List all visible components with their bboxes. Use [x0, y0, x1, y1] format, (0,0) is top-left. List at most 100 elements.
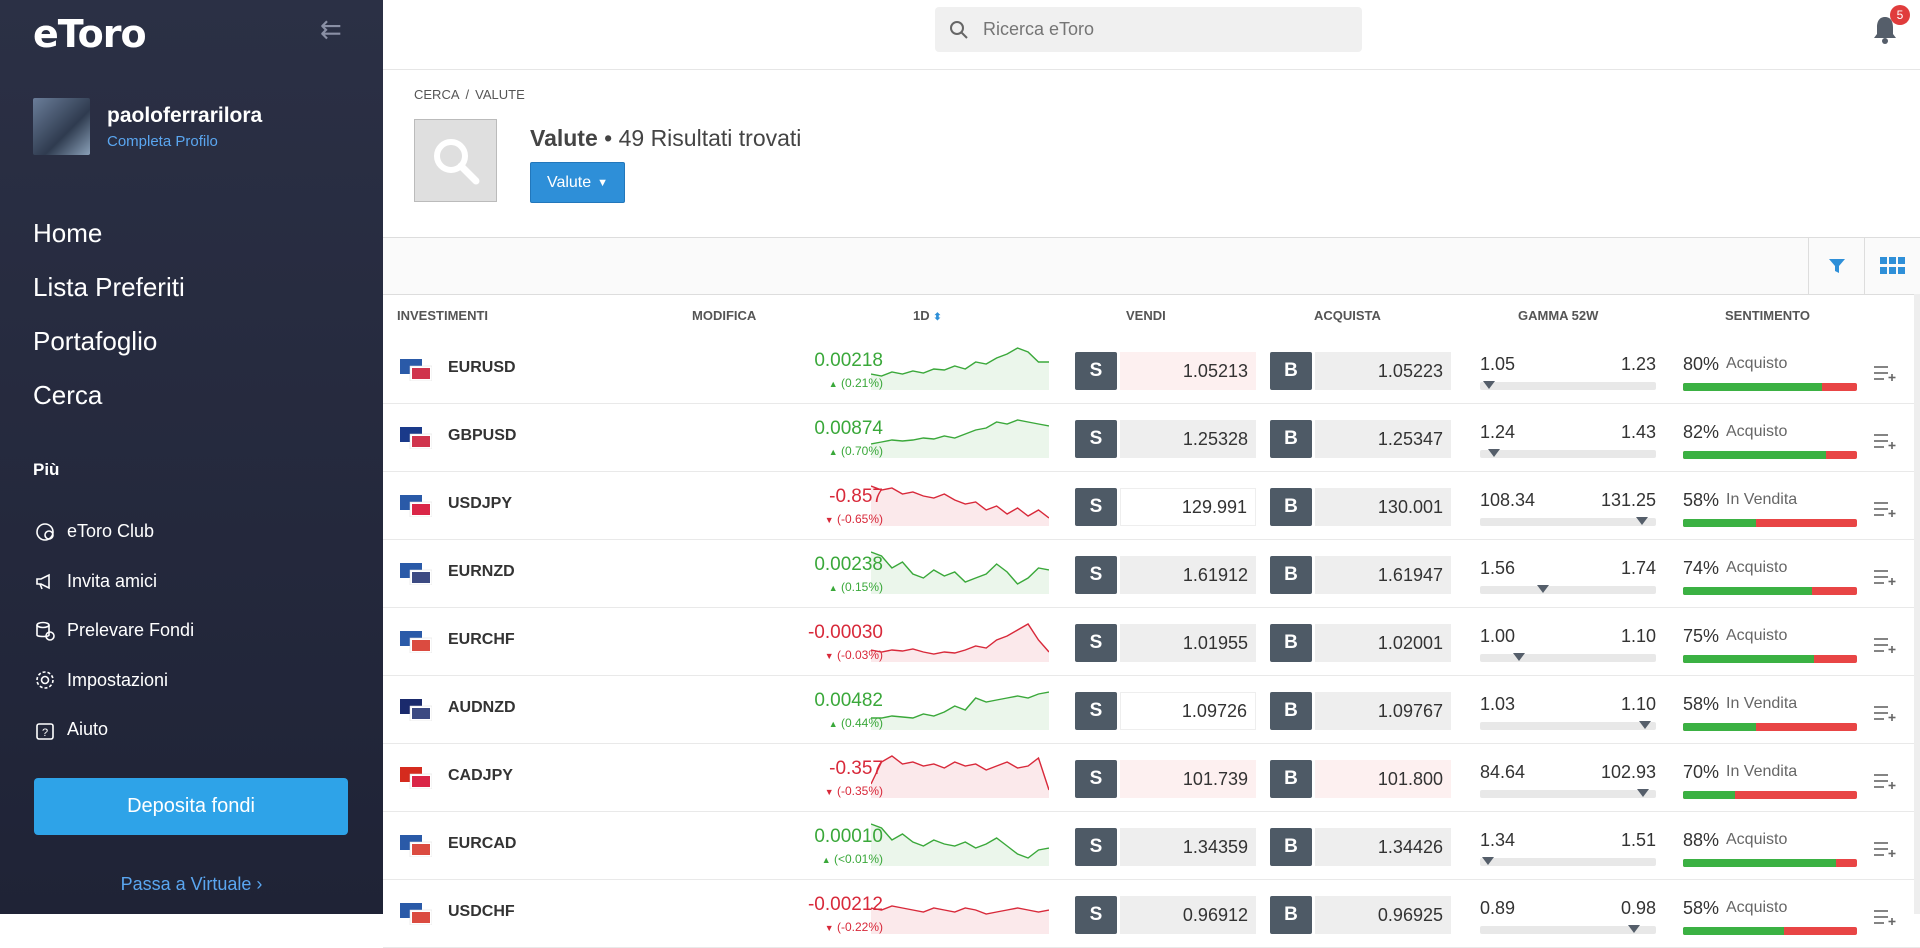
buy-button[interactable]: B — [1270, 692, 1312, 730]
sell-button[interactable]: S — [1075, 692, 1117, 730]
col-modifica[interactable]: MODIFICA — [692, 308, 756, 323]
instrument-symbol[interactable]: EURCHF — [448, 631, 515, 649]
buy-price[interactable]: 130.001 — [1315, 488, 1451, 526]
sell-button[interactable]: S — [1075, 420, 1117, 458]
search-box[interactable] — [935, 7, 1362, 52]
instrument-symbol[interactable]: USDJPY — [448, 495, 512, 513]
sell-button[interactable]: S — [1075, 488, 1117, 526]
table-row[interactable]: CADJPY -0.357 ▼ (-0.35%) S 101.739 B 101.800 84… — [383, 744, 1920, 812]
grid-view-button[interactable] — [1864, 238, 1920, 294]
buy-price[interactable]: 1.61947 — [1315, 556, 1451, 594]
add-to-watchlist-icon[interactable] — [1873, 364, 1897, 382]
add-to-watchlist-icon[interactable] — [1873, 908, 1897, 926]
col-1d[interactable]: 1D ⬍ — [913, 308, 942, 323]
buy-button[interactable]: B — [1270, 624, 1312, 662]
sell-price[interactable]: 1.01955 — [1120, 624, 1256, 662]
nav-item-home[interactable]: Home — [33, 212, 185, 266]
category-dropdown[interactable]: Valute ▼ — [530, 162, 625, 203]
nav-item-aiuto[interactable]: ? Aiuto — [33, 705, 194, 755]
sell-button[interactable]: S — [1075, 624, 1117, 662]
buy-price[interactable]: 1.34426 — [1315, 828, 1451, 866]
buy-button[interactable]: B — [1270, 896, 1312, 934]
nav-item-impostazioni[interactable]: Impostazioni — [33, 656, 194, 706]
col-investimenti[interactable]: INVESTIMENTI — [397, 308, 488, 323]
sell-price[interactable]: 1.61912 — [1120, 556, 1256, 594]
sell-price[interactable]: 1.34359 — [1120, 828, 1256, 866]
table-row[interactable]: USDJPY -0.857 ▼ (-0.65%) S 129.991 B 130.001 10… — [383, 472, 1920, 540]
instrument-symbol[interactable]: EURNZD — [448, 563, 515, 581]
sell-button[interactable]: S — [1075, 896, 1117, 934]
buy-price[interactable]: 101.800 — [1315, 760, 1451, 798]
sell-price[interactable]: 101.739 — [1120, 760, 1256, 798]
buy-price[interactable]: 1.09767 — [1315, 692, 1451, 730]
sell-price[interactable]: 1.05213 — [1120, 352, 1256, 390]
add-to-watchlist-icon[interactable] — [1873, 432, 1897, 450]
sentiment-bar-fill — [1683, 451, 1826, 459]
buy-button[interactable]: B — [1270, 556, 1312, 594]
collapse-sidebar-icon[interactable]: ⇇ — [320, 16, 350, 42]
buy-button[interactable]: B — [1270, 760, 1312, 798]
nav-item-invita-amici[interactable]: Invita amici — [33, 557, 194, 607]
table-row[interactable]: EURCHF -0.00030 ▼ (-0.03%) S 1.01955 B 1.02001… — [383, 608, 1920, 676]
nav-item-lista-preferiti[interactable]: Lista Preferiti — [33, 266, 185, 320]
instrument-symbol[interactable]: CADJPY — [448, 767, 513, 785]
username[interactable]: paoloferrarilora — [107, 104, 262, 128]
etoro-logo[interactable]: eToro — [33, 12, 147, 56]
avatar[interactable] — [33, 98, 90, 155]
breadcrumb-cerca[interactable]: CERCA — [414, 87, 460, 102]
switch-virtual-link[interactable]: Passa a Virtuale › — [0, 874, 383, 895]
instrument-symbol[interactable]: AUDNZD — [448, 699, 516, 717]
add-to-watchlist-icon[interactable] — [1873, 704, 1897, 722]
change-arrow-icon: ▲ — [828, 447, 838, 457]
sell-price[interactable]: 129.991 — [1120, 488, 1256, 526]
buy-button[interactable]: B — [1270, 420, 1312, 458]
nav-item-cerca[interactable]: Cerca — [33, 374, 185, 428]
add-to-watchlist-icon[interactable] — [1873, 636, 1897, 654]
scrollbar[interactable] — [1914, 294, 1920, 914]
sell-price[interactable]: 1.25328 — [1120, 420, 1256, 458]
filter-button[interactable] — [1808, 238, 1865, 294]
add-to-watchlist-icon[interactable] — [1873, 568, 1897, 586]
buy-price[interactable]: 1.02001 — [1315, 624, 1451, 662]
nav-item-prelevare-fondi[interactable]: Prelevare Fondi — [33, 606, 194, 656]
table-row[interactable]: EURNZD 0.00238 ▲ (0.15%) S 1.61912 B 1.61947 1.… — [383, 540, 1920, 608]
instrument-symbol[interactable]: GBPUSD — [448, 427, 516, 445]
col-sentimento[interactable]: SENTIMENTO — [1725, 308, 1810, 323]
table-row[interactable]: USDCHF -0.00212 ▼ (-0.22%) S 0.96912 B 0.96925… — [383, 880, 1920, 948]
sell-button[interactable]: S — [1075, 556, 1117, 594]
sentiment-bar-fill — [1683, 723, 1757, 731]
buy-button[interactable]: B — [1270, 828, 1312, 866]
sell-button[interactable]: S — [1075, 760, 1117, 798]
deposit-button[interactable]: Deposita fondi — [34, 778, 348, 835]
instrument-symbol[interactable]: EURUSD — [448, 359, 516, 377]
add-to-watchlist-icon[interactable] — [1873, 840, 1897, 858]
buy-button[interactable]: B — [1270, 488, 1312, 526]
sentiment-bar — [1683, 859, 1857, 867]
col-gamma[interactable]: GAMMA 52W — [1518, 308, 1598, 323]
nav-item-portafoglio[interactable]: Portafoglio — [33, 320, 185, 374]
table-row[interactable]: EURUSD 0.00218 ▲ (0.21%) S 1.05213 B 1.05223 1.… — [383, 336, 1920, 404]
change-value: 0.00482 — [814, 690, 883, 711]
buy-price[interactable]: 0.96925 — [1315, 896, 1451, 934]
nav-item-label: Prelevare Fondi — [67, 620, 195, 641]
sell-button[interactable]: S — [1075, 352, 1117, 390]
sell-price[interactable]: 0.96912 — [1120, 896, 1256, 934]
buy-price[interactable]: 1.05223 — [1315, 352, 1451, 390]
buy-button[interactable]: B — [1270, 352, 1312, 390]
nav-item-etoro-club[interactable]: eToro Club — [33, 507, 194, 557]
table-row[interactable]: EURCAD 0.00010 ▲ (<0.01%) S 1.34359 B 1.34426 1… — [383, 812, 1920, 880]
sell-button[interactable]: S — [1075, 828, 1117, 866]
instrument-symbol[interactable]: EURCAD — [448, 835, 516, 853]
instrument-symbol[interactable]: USDCHF — [448, 903, 515, 921]
add-to-watchlist-icon[interactable] — [1873, 500, 1897, 518]
table-row[interactable]: GBPUSD 0.00874 ▲ (0.70%) S 1.25328 B 1.25347 1.… — [383, 404, 1920, 472]
col-vendi[interactable]: VENDI — [1126, 308, 1166, 323]
change-value: 0.00238 — [814, 554, 883, 575]
add-to-watchlist-icon[interactable] — [1873, 772, 1897, 790]
col-acquista[interactable]: ACQUISTA — [1314, 308, 1381, 323]
sell-price[interactable]: 1.09726 — [1120, 692, 1256, 730]
buy-price[interactable]: 1.25347 — [1315, 420, 1451, 458]
search-input[interactable] — [981, 18, 1345, 41]
complete-profile-link[interactable]: Completa Profilo — [107, 133, 218, 150]
table-row[interactable]: AUDNZD 0.00482 ▲ (0.44%) S 1.09726 B 1.09767 1.… — [383, 676, 1920, 744]
